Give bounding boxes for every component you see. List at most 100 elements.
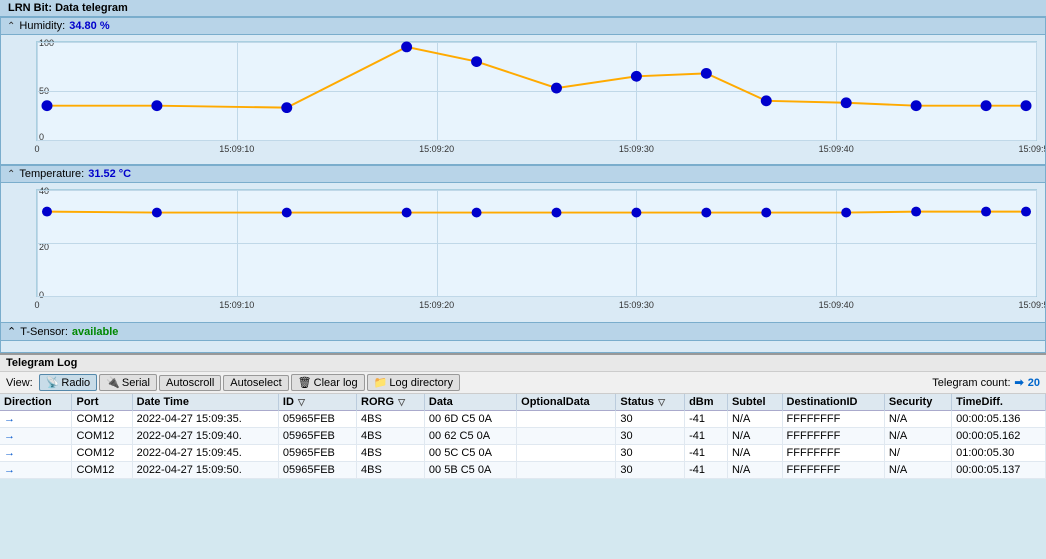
table-cell-2: 2022-04-27 15:09:50. [132, 462, 278, 479]
table-cell-9: N/A [727, 462, 782, 479]
table-cell-11: N/A [884, 462, 951, 479]
humidity-header: ⌃ Humidity: 34.80 % [0, 17, 1046, 35]
table-cell-7: 30 [616, 462, 685, 479]
telegram-count-label: Telegram count: [932, 377, 1010, 389]
humidity-chevron[interactable]: ⌃ [7, 21, 15, 32]
humidity-chart-container: 100 50 0 0 15:09:10 15:09:20 15:09:30 15… [0, 35, 1046, 165]
autoscroll-label: Autoscroll [166, 377, 214, 389]
humidity-x-4: 15:09:40 [819, 144, 854, 154]
radio-label: Radio [61, 377, 90, 389]
col-datetime: Date Time [132, 394, 278, 411]
humidity-x-3: 15:09:30 [619, 144, 654, 154]
telegram-tbody: →COM122022-04-27 15:09:35.05965FEB4BS00 … [0, 411, 1046, 479]
table-cell-8: -41 [685, 428, 728, 445]
table-cell-6 [517, 445, 616, 462]
table-cell-2: 2022-04-27 15:09:40. [132, 428, 278, 445]
table-cell-0: → [0, 445, 72, 462]
temp-x-4: 15:09:40 [819, 300, 854, 310]
table-cell-4: 4BS [357, 445, 425, 462]
radio-button[interactable]: 📡 Radio [39, 374, 97, 391]
table-cell-11: N/ [884, 445, 951, 462]
table-cell-12: 00:00:05.136 [952, 411, 1046, 428]
tsensor-chevron[interactable]: ⌃ [7, 325, 16, 338]
table-cell-2: 2022-04-27 15:09:45. [132, 445, 278, 462]
table-cell-11: N/A [884, 411, 951, 428]
temp-x-2: 15:09:20 [419, 300, 454, 310]
table-cell-12: 01:00:05.30 [952, 445, 1046, 462]
table-cell-10: FFFFFFFF [782, 462, 884, 479]
table-row[interactable]: →COM122022-04-27 15:09:40.05965FEB4BS00 … [0, 428, 1046, 445]
table-cell-7: 30 [616, 411, 685, 428]
temperature-chart-svg [37, 190, 1036, 296]
col-id: ID ▽ [278, 394, 356, 411]
temperature-value: 31.52 °C [88, 168, 131, 180]
table-cell-5: 00 62 C5 0A [424, 428, 516, 445]
table-cell-0: → [0, 428, 72, 445]
table-cell-1: COM12 [72, 462, 132, 479]
count-arrow: ➡ [1015, 376, 1024, 389]
table-header-row: Direction Port Date Time ID ▽ RORG ▽ Dat… [0, 394, 1046, 411]
temp-x-0: 0 [34, 300, 39, 310]
col-rorg: RORG ▽ [357, 394, 425, 411]
humidity-chart-svg [37, 42, 1036, 140]
humidity-x-2: 15:09:20 [419, 144, 454, 154]
col-port: Port [72, 394, 132, 411]
table-cell-12: 00:00:05.162 [952, 428, 1046, 445]
humidity-chart-area: 100 50 0 0 15:09:10 15:09:20 15:09:30 15… [36, 41, 1037, 141]
table-cell-9: N/A [727, 411, 782, 428]
autoscroll-button[interactable]: Autoscroll [159, 375, 221, 391]
table-row[interactable]: →COM122022-04-27 15:09:45.05965FEB4BS00 … [0, 445, 1046, 462]
col-security: Security [884, 394, 951, 411]
table-cell-3: 05965FEB [278, 445, 356, 462]
col-timediff: TimeDiff. [952, 394, 1046, 411]
autoselect-label: Autoselect [230, 377, 281, 389]
table-cell-6 [517, 428, 616, 445]
view-label: View: [6, 377, 33, 389]
temperature-chart-container: 40 20 0 0 15:09:10 15:09:20 15:09:30 15:… [0, 183, 1046, 323]
serial-button[interactable]: 🔌 Serial [99, 374, 157, 391]
table-row[interactable]: →COM122022-04-27 15:09:50.05965FEB4BS00 … [0, 462, 1046, 479]
table-cell-3: 05965FEB [278, 411, 356, 428]
table-cell-5: 00 5C C5 0A [424, 445, 516, 462]
humidity-value: 34.80 % [69, 20, 109, 32]
col-subtel: Subtel [727, 394, 782, 411]
tsensor-section: ⌃ T-Sensor: available [0, 323, 1046, 341]
clear-log-button[interactable]: 🗑 Clear log [291, 374, 365, 391]
table-cell-7: 30 [616, 428, 685, 445]
temperature-chevron[interactable]: ⌃ [7, 169, 15, 180]
telegram-log: Telegram Log View: 📡 Radio 🔌 Serial Auto… [0, 353, 1046, 479]
telegram-table-container: Direction Port Date Time ID ▽ RORG ▽ Dat… [0, 394, 1046, 479]
table-cell-1: COM12 [72, 428, 132, 445]
humidity-x-1: 15:09:10 [219, 144, 254, 154]
table-cell-7: 30 [616, 445, 685, 462]
serial-icon: 🔌 [106, 376, 120, 389]
autoselect-button[interactable]: Autoselect [223, 375, 288, 391]
temp-x-3: 15:09:30 [619, 300, 654, 310]
table-cell-3: 05965FEB [278, 428, 356, 445]
col-optionaldata: OptionalData [517, 394, 616, 411]
spacer [0, 341, 1046, 353]
temp-x-5: 15:09:50 [1018, 300, 1046, 310]
col-dbm: dBm [685, 394, 728, 411]
lrn-value: Data telegram [55, 2, 128, 14]
col-data: Data [424, 394, 516, 411]
table-cell-10: FFFFFFFF [782, 428, 884, 445]
table-row[interactable]: →COM122022-04-27 15:09:35.05965FEB4BS00 … [0, 411, 1046, 428]
table-cell-3: 05965FEB [278, 462, 356, 479]
table-cell-11: N/A [884, 428, 951, 445]
table-cell-10: FFFFFFFF [782, 445, 884, 462]
clear-log-label: Clear log [314, 377, 358, 389]
table-cell-9: N/A [727, 428, 782, 445]
table-cell-4: 4BS [357, 462, 425, 479]
log-directory-button[interactable]: 📁 Log directory [367, 374, 460, 391]
table-cell-6 [517, 462, 616, 479]
table-cell-5: 00 6D C5 0A [424, 411, 516, 428]
col-destinationid: DestinationID [782, 394, 884, 411]
table-cell-0: → [0, 411, 72, 428]
log-dir-label: Log directory [389, 377, 453, 389]
telegram-table: Direction Port Date Time ID ▽ RORG ▽ Dat… [0, 394, 1046, 479]
temperature-header: ⌃ Temperature: 31.52 °C [0, 165, 1046, 183]
humidity-x-0: 0 [34, 144, 39, 154]
table-cell-9: N/A [727, 445, 782, 462]
humidity-x-5: 15:09:50 [1018, 144, 1046, 154]
